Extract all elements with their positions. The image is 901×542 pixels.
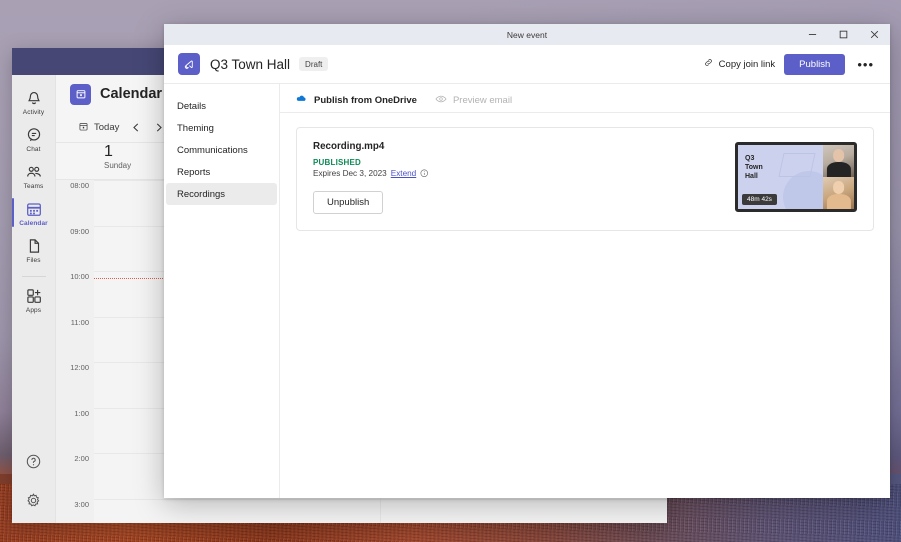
dialog-main: Publish from OneDrive Preview email Reco…: [280, 84, 890, 498]
time-label: 3:00: [74, 499, 89, 509]
sidebar-item-files[interactable]: Files: [12, 231, 56, 268]
rail-divider: [21, 276, 46, 277]
rail-bottom-group: [25, 453, 42, 523]
time-label: 08:00: [70, 181, 89, 190]
app-rail: Activity Chat Teams Calendar Files Apps: [12, 75, 56, 523]
avatar: [823, 177, 854, 209]
eye-icon: [435, 93, 447, 108]
tab-label: Publish from OneDrive: [314, 94, 417, 106]
time-label: 12:00: [70, 363, 89, 372]
sidebar-item-label: Chat: [26, 146, 41, 153]
more-options-button[interactable]: •••: [854, 58, 877, 71]
expiry-text: Expires Dec 3, 2023: [313, 169, 387, 178]
recording-info: Recording.mp4 PUBLISHED Expires Dec 3, 2…: [313, 141, 735, 214]
tab-row: Publish from OneDrive Preview email: [280, 88, 890, 113]
publish-button[interactable]: Publish: [784, 53, 846, 75]
recording-thumbnail[interactable]: Q3 Town Hall 48m 42s: [735, 142, 857, 212]
calendar-icon: [25, 200, 43, 218]
calendar-day-column-header[interactable]: 1 Sunday: [94, 143, 131, 179]
recording-file-name: Recording.mp4: [313, 141, 385, 152]
nav-item-recordings[interactable]: Recordings: [166, 183, 277, 205]
thumbnail-slide: Q3 Town Hall 48m 42s: [738, 145, 823, 209]
tab-preview-email: Preview email: [435, 93, 512, 108]
nav-item-reports[interactable]: Reports: [166, 161, 277, 183]
day-number: 1: [104, 143, 113, 160]
gear-icon[interactable]: [25, 492, 42, 509]
bell-icon: [25, 89, 43, 107]
calendar-slot[interactable]: [94, 498, 380, 523]
sidebar-item-label: Teams: [23, 183, 44, 190]
prev-week-button[interactable]: [127, 119, 145, 137]
daybar-gutter: [56, 143, 94, 179]
time-label: 09:00: [70, 226, 89, 236]
page-title: Q3 Town Hall: [210, 56, 291, 72]
header-actions: Copy join link Publish •••: [703, 53, 877, 75]
nav-item-details[interactable]: Details: [166, 95, 277, 117]
avatar: [823, 145, 854, 177]
chat-icon: [25, 126, 43, 144]
files-icon: [25, 237, 43, 255]
sidebar-item-activity[interactable]: Activity: [12, 83, 56, 120]
time-label: 2:00: [74, 454, 89, 463]
window-controls: [797, 24, 890, 45]
day-name: Sunday: [104, 160, 132, 170]
status-badge: Draft: [299, 57, 329, 71]
time-label: 11:00: [70, 317, 89, 327]
tab-label: Preview email: [452, 94, 513, 106]
today-calendar-icon: [78, 121, 89, 135]
thumbnail-participant-tiles: [823, 145, 854, 209]
minimize-button[interactable]: [797, 24, 828, 45]
recording-expiry: Expires Dec 3, 2023 Extend: [313, 169, 735, 178]
thumbnail-slide-text: Q3 Town Hall: [745, 155, 763, 181]
close-icon: [870, 26, 879, 44]
calendar-row[interactable]: 3:00: [56, 498, 667, 523]
sidebar-item-label: Activity: [22, 109, 45, 116]
today-button-label: Today: [94, 122, 120, 133]
sidebar-item-label: Apps: [25, 307, 42, 314]
megaphone-icon: [178, 53, 200, 75]
maximize-button[interactable]: [828, 24, 859, 45]
extend-link[interactable]: Extend: [391, 169, 417, 178]
sidebar-item-chat[interactable]: Chat: [12, 120, 56, 157]
minimize-icon: [808, 26, 817, 44]
nav-item-communications[interactable]: Communications: [166, 139, 277, 161]
dialog-body: Details Theming Communications Reports R…: [164, 84, 890, 498]
sidebar-item-calendar[interactable]: Calendar: [12, 194, 56, 231]
maximize-icon: [839, 26, 848, 44]
calendar-slot[interactable]: [380, 498, 667, 523]
calendar-app-icon: [70, 83, 91, 105]
dialog-titlebar[interactable]: New event: [164, 24, 890, 45]
dialog-nav: Details Theming Communications Reports R…: [164, 84, 280, 498]
recording-card: Recording.mp4 PUBLISHED Expires Dec 3, 2…: [296, 127, 874, 231]
teams-icon: [25, 163, 43, 181]
copy-join-link-label: Copy join link: [718, 58, 776, 70]
info-icon[interactable]: [420, 169, 429, 178]
time-label: 1:00: [74, 408, 89, 418]
page-title: Calendar: [100, 86, 163, 102]
dialog-window-title: New event: [506, 29, 548, 40]
help-icon[interactable]: [25, 453, 42, 470]
unpublish-button[interactable]: Unpublish: [313, 191, 384, 214]
sidebar-item-apps[interactable]: Apps: [12, 281, 56, 318]
today-button[interactable]: Today: [74, 119, 123, 137]
copy-join-link-button[interactable]: Copy join link: [703, 57, 776, 71]
dialog-header: Q3 Town Hall Draft Copy join link Publis…: [164, 45, 890, 84]
apps-icon: [25, 287, 43, 305]
recording-duration-badge: 48m 42s: [742, 194, 777, 205]
sidebar-item-label: Calendar: [19, 220, 48, 227]
link-icon: [703, 57, 714, 71]
sidebar-item-label: Files: [26, 257, 41, 264]
time-label: 10:00: [70, 272, 89, 281]
tab-publish-from-onedrive[interactable]: Publish from OneDrive: [296, 93, 417, 108]
onedrive-cloud-icon: [296, 93, 308, 108]
new-event-dialog: New event Q3 Town Hall Draft Copy join l…: [164, 24, 890, 498]
nav-item-theming[interactable]: Theming: [166, 117, 277, 139]
close-button[interactable]: [859, 24, 890, 45]
recordings-content: Recording.mp4 PUBLISHED Expires Dec 3, 2…: [280, 113, 890, 498]
recording-status-label: PUBLISHED: [313, 158, 362, 167]
sidebar-item-teams[interactable]: Teams: [12, 157, 56, 194]
